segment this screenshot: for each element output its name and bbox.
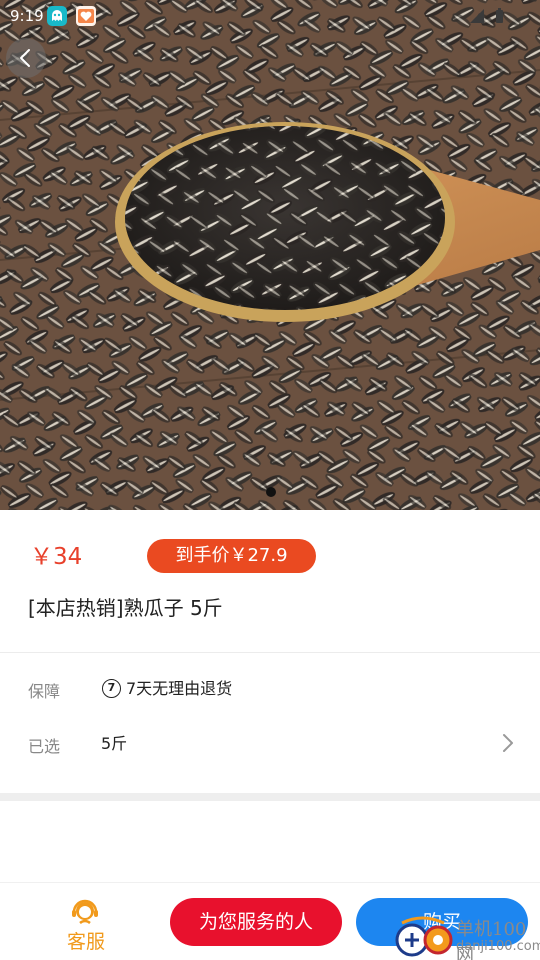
headset-agent-icon <box>72 899 98 925</box>
heart-app-icon <box>76 6 96 26</box>
guarantee-text: 7天无理由退货 <box>126 679 233 698</box>
product-image-carousel[interactable]: 9:19 <box>0 0 540 510</box>
divider <box>0 652 540 653</box>
section-separator <box>0 793 540 801</box>
status-time: 9:19 <box>10 7 44 25</box>
status-bar: 9:19 <box>0 0 540 32</box>
watermark-logo-icon <box>395 916 453 957</box>
signal-icon <box>470 9 484 23</box>
contact-seller-button[interactable]: 为您服务的人 <box>170 898 342 946</box>
ghost-app-icon <box>47 6 67 26</box>
back-button[interactable] <box>6 38 46 78</box>
selected-spec-value: 5斤 <box>101 734 128 753</box>
watermark-url: danji100.com <box>456 939 540 954</box>
signal-battery-indicators <box>450 8 506 24</box>
product-price: ￥34 <box>30 544 83 570</box>
product-title: [本店热销]熟瓜子 5斤 <box>28 596 223 620</box>
carousel-pager-dot <box>266 487 276 497</box>
selected-label: 已选 <box>28 737 61 756</box>
customer-service-label: 客服 <box>66 931 105 953</box>
seven-day-return-icon: 7 <box>102 679 121 698</box>
battery-icon <box>496 10 503 23</box>
chevron-left-icon <box>20 49 30 67</box>
guarantee-label: 保障 <box>28 682 61 701</box>
customer-service-button[interactable]: 客服 <box>58 899 114 957</box>
chevron-right-icon[interactable] <box>499 732 517 754</box>
sunflower-seeds-photo <box>0 0 540 510</box>
final-price-badge: 到手价￥27.9 <box>147 539 316 573</box>
site-watermark: 单机100网 danji100.com <box>392 913 540 960</box>
